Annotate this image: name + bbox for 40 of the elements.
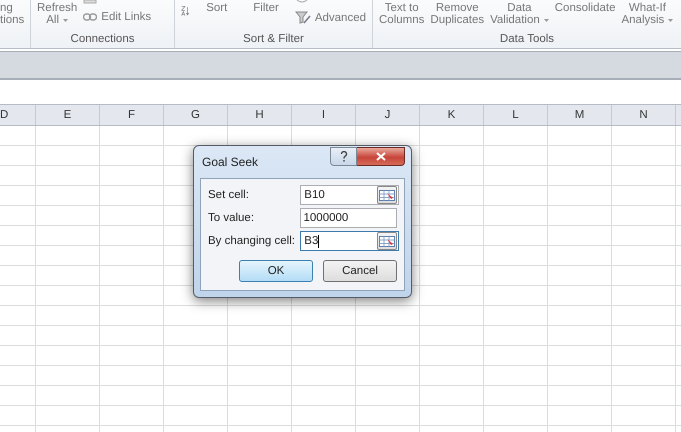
ribbon-button[interactable]: Refresh All [37,2,78,26]
group-label: Data Tools [498,32,556,47]
filter-funnel-icon [294,11,311,25]
column-header[interactable]: J [356,105,420,125]
help-button[interactable] [330,147,357,166]
dialog-title: Goal Seek [202,155,258,169]
column-header[interactable]: M [548,105,612,125]
column-header[interactable]: L [484,105,548,125]
ribbon-button[interactable]: ng tions [0,2,24,26]
column-header[interactable]: D [0,105,36,125]
column-header[interactable]: E [36,105,100,125]
range-picker-button[interactable] [376,186,397,204]
range-picker-button[interactable] [376,232,397,250]
column-header[interactable]: I [292,105,356,125]
ribbon-button[interactable]: Sort [196,2,238,14]
ribbon-button[interactable]: Text to Columns [379,2,424,26]
field-label: By changing cell: [208,235,296,247]
ribbon-button[interactable]: Data Validation [490,2,549,26]
chain-link-icon [83,13,98,21]
dialog-button[interactable]: Cancel [323,260,397,282]
ribbon-button[interactable]: Filter [243,2,289,14]
dialog-button[interactable]: OK [239,260,313,282]
field-label: Set cell: [208,189,250,201]
ribbon-button[interactable]: Remove Duplicates [430,2,484,26]
advanced-filter-button[interactable]: Advanced [294,11,366,25]
field-label: To value: [208,212,256,224]
column-header[interactable]: F [100,105,164,125]
close-button[interactable] [357,147,405,166]
group-label: Connections [70,32,136,47]
help-icon [340,151,348,162]
cell-reference-field[interactable]: 1000000 [300,208,397,228]
column-header[interactable]: H [228,105,292,125]
close-icon [376,152,386,161]
column-header[interactable]: N [612,105,676,125]
ribbon-button[interactable]: What-If Analysis [621,2,674,26]
ribbon-button[interactable]: Consolidate [554,2,616,14]
column-header[interactable]: K [420,105,484,125]
group-label: Sort & Filter [242,32,305,47]
column-header[interactable]: G [164,105,228,125]
edit-links-button[interactable]: Edit Links [83,11,152,23]
